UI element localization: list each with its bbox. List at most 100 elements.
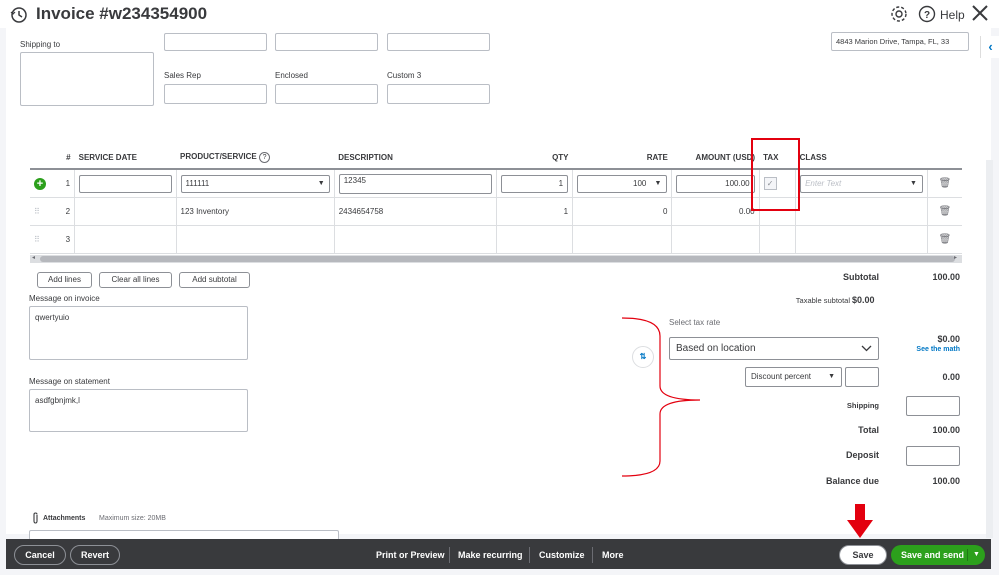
custom3-field[interactable] (387, 84, 490, 104)
taxable-subtotal-label: Taxable subtotal (795, 296, 850, 305)
rate-cell: 100 ▼ (572, 169, 673, 198)
row-handle-cell[interactable]: + (30, 169, 57, 198)
custom3-label: Custom 3 (387, 71, 422, 80)
description-cell: 12345 (334, 169, 497, 198)
chevron-down-icon[interactable]: ▼ (654, 176, 661, 192)
sales-rep-field[interactable] (164, 84, 267, 104)
drag-handle-icon[interactable]: ⠿ (30, 225, 57, 254)
help-link[interactable]: Help (940, 8, 965, 22)
chevron-down-icon[interactable]: ▼ (828, 368, 835, 386)
footer-divider (592, 547, 593, 563)
rate-cell[interactable]: 0 (572, 197, 673, 226)
subtotal-label: Subtotal (843, 272, 879, 282)
more-link[interactable]: More (602, 550, 624, 560)
discount-value-input[interactable] (845, 367, 879, 387)
product-cell[interactable]: 123 Inventory (176, 197, 335, 226)
footer-divider (449, 547, 450, 563)
add-subtotal-button[interactable]: Add subtotal (179, 272, 250, 288)
make-recurring-link[interactable]: Make recurring (458, 550, 523, 560)
print-preview-link[interactable]: Print or Preview (376, 550, 445, 560)
scroll-right-icon[interactable]: ▸ (954, 254, 957, 261)
top-field-1[interactable] (164, 33, 267, 51)
collapse-panel-icon[interactable]: ‹ (980, 36, 999, 58)
col-product-label: PRODUCT/SERVICE (180, 151, 257, 161)
col-amount: AMOUNT (USD) (671, 146, 760, 170)
message-on-statement-field[interactable]: asdfgbnjmk,l (29, 389, 248, 432)
tax-cell[interactable] (759, 225, 797, 254)
subtotal-value: 100.00 (932, 272, 960, 282)
description-input[interactable]: 12345 (338, 173, 492, 194)
table-row: ⠿ 2 123 Inventory 2434654758 1 0 0.00 🗑 (30, 197, 962, 226)
product-cell[interactable] (176, 225, 335, 254)
rate-input[interactable]: 100 ▼ (577, 174, 668, 193)
chevron-down-icon[interactable]: ▼ (973, 545, 980, 565)
class-placeholder: Enter Text (805, 178, 842, 188)
vertical-scrollbar[interactable] (986, 160, 993, 538)
top-field-2[interactable] (275, 33, 378, 51)
message-on-invoice-label: Message on invoice (29, 294, 100, 303)
trash-icon[interactable]: 🗑 (939, 178, 952, 189)
class-select[interactable]: Enter Text ▼ (800, 174, 923, 193)
customize-link[interactable]: Customize (539, 550, 585, 560)
shipping-to-field[interactable] (20, 52, 154, 106)
enclosed-field[interactable] (275, 84, 378, 104)
amount-cell[interactable]: 0.00 (671, 197, 760, 226)
message-on-invoice-field[interactable]: qwertyuio (29, 306, 248, 360)
top-field-3[interactable] (387, 33, 490, 51)
chevron-down-icon[interactable]: ▼ (318, 176, 325, 192)
class-cell: Enter Text ▼ (795, 169, 928, 198)
swap-order-icon[interactable]: ⇅ (632, 346, 654, 368)
save-and-send-button[interactable]: Save and send ▼ (891, 545, 985, 565)
amount-cell[interactable] (671, 225, 760, 254)
save-button[interactable]: Save (839, 545, 887, 565)
tax-rate-select[interactable]: Based on location (669, 337, 879, 360)
cancel-button[interactable]: Cancel (14, 545, 66, 565)
see-the-math-link[interactable]: See the math (900, 346, 960, 353)
chevron-down-icon[interactable]: ▼ (910, 176, 917, 192)
shipping-to-label: Shipping to (20, 40, 61, 49)
scroll-left-icon[interactable]: ◂ (32, 254, 35, 261)
discount-type-select[interactable]: Discount percent ▼ (745, 367, 842, 387)
clear-all-lines-button[interactable]: Clear all lines (99, 272, 172, 288)
table-header-row: # SERVICE DATE PRODUCT/SERVICE ? DESCRIP… (30, 146, 962, 170)
qty-cell[interactable] (496, 225, 574, 254)
product-select[interactable]: 111111 ▼ (180, 174, 330, 193)
add-row-icon[interactable]: + (34, 177, 46, 190)
description-cell[interactable] (334, 225, 497, 254)
message-on-statement-label: Message on statement (29, 377, 110, 386)
scrollbar-thumb[interactable] (40, 256, 955, 262)
service-date-cell[interactable] (74, 225, 177, 254)
gear-icon[interactable] (890, 5, 908, 23)
add-lines-button[interactable]: Add lines (37, 272, 92, 288)
drag-handle-icon[interactable]: ⠿ (30, 197, 57, 226)
address-field[interactable]: 4843 Marion Drive, Tampa, FL, 33 (831, 32, 969, 51)
page-title: Invoice #w234354900 (36, 4, 208, 23)
select-tax-rate-label: Select tax rate (669, 318, 721, 327)
trash-icon[interactable]: 🗑 (939, 234, 952, 245)
qty-input[interactable]: 1 (500, 174, 569, 193)
trash-icon[interactable]: 🗑 (939, 206, 952, 217)
close-icon[interactable] (970, 3, 990, 23)
col-service-date: SERVICE DATE (74, 146, 177, 170)
amount-cell: 100.00 (671, 169, 760, 198)
chevron-down-icon[interactable] (861, 345, 872, 352)
service-date-input[interactable] (79, 174, 172, 193)
attachments-max-size: Maximum size: 20MB (99, 515, 166, 522)
description-cell[interactable]: 2434654758 (334, 197, 497, 226)
save-arrow-annotation (847, 504, 873, 538)
deposit-input[interactable] (906, 446, 960, 466)
qty-cell[interactable]: 1 (496, 197, 574, 226)
split-divider (967, 549, 968, 561)
help-icon[interactable]: ? (918, 5, 936, 23)
class-cell[interactable] (795, 225, 928, 254)
rate-cell[interactable] (572, 225, 673, 254)
row-number: 3 (56, 225, 76, 254)
shipping-input[interactable] (906, 396, 960, 416)
history-icon[interactable] (10, 6, 28, 24)
class-cell[interactable] (795, 197, 928, 226)
service-date-cell[interactable] (74, 197, 177, 226)
info-icon[interactable]: ? (259, 151, 271, 163)
tax-amount: $0.00 (937, 334, 960, 344)
amount-input[interactable]: 100.00 (676, 174, 755, 193)
revert-button[interactable]: Revert (70, 545, 120, 565)
